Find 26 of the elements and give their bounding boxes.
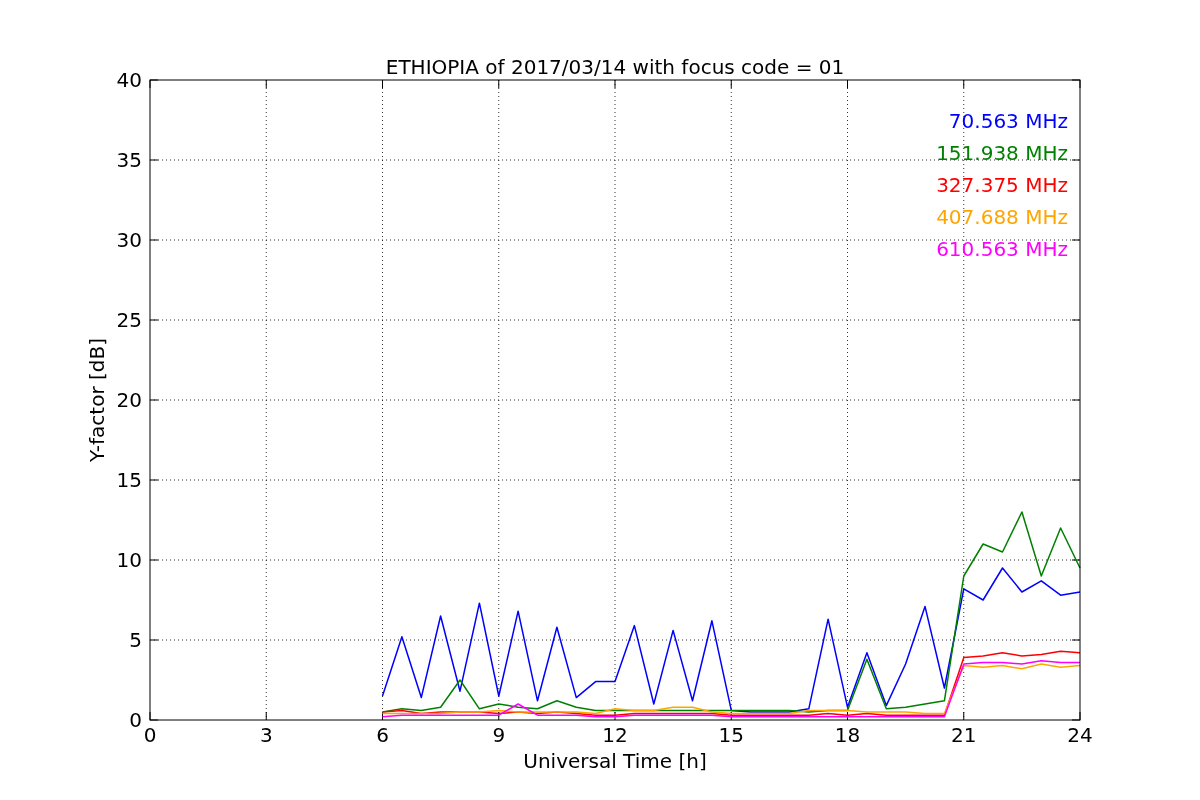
tick-label: 40 — [116, 68, 142, 92]
axis-label: Y-factor [dB] — [85, 338, 109, 462]
tick-label: 5 — [129, 628, 142, 652]
tick-label: 15 — [718, 723, 744, 747]
tick-label: 25 — [116, 308, 142, 332]
chart-title: ETHIOPIA of 2017/03/14 with focus code = 01 — [385, 55, 845, 79]
legend-label: 151.938 MHz — [936, 141, 1068, 165]
tick-label: 21 — [951, 723, 977, 747]
tick-label: 35 — [116, 148, 142, 172]
legend-label: 407.688 MHz — [936, 205, 1068, 229]
tick-label: 9 — [492, 723, 506, 747]
tick-label: 15 — [116, 468, 142, 492]
tick-label: 0 — [143, 723, 157, 747]
legend-label: 70.563 MHz — [948, 109, 1068, 133]
tick-label: 3 — [259, 723, 273, 747]
legend-label: 610.563 MHz — [936, 237, 1068, 261]
tick-label: 12 — [602, 723, 628, 747]
tick-label: 6 — [376, 723, 389, 747]
tick-label: 20 — [116, 388, 142, 412]
tick-label: 0 — [129, 708, 142, 732]
axis-label: Universal Time [h] — [523, 749, 707, 773]
legend-label: 327.375 MHz — [936, 173, 1068, 197]
tick-label: 24 — [1067, 723, 1093, 747]
tick-label: 10 — [116, 548, 142, 572]
tick-label: 30 — [116, 228, 142, 252]
tick-label: 18 — [834, 723, 861, 747]
